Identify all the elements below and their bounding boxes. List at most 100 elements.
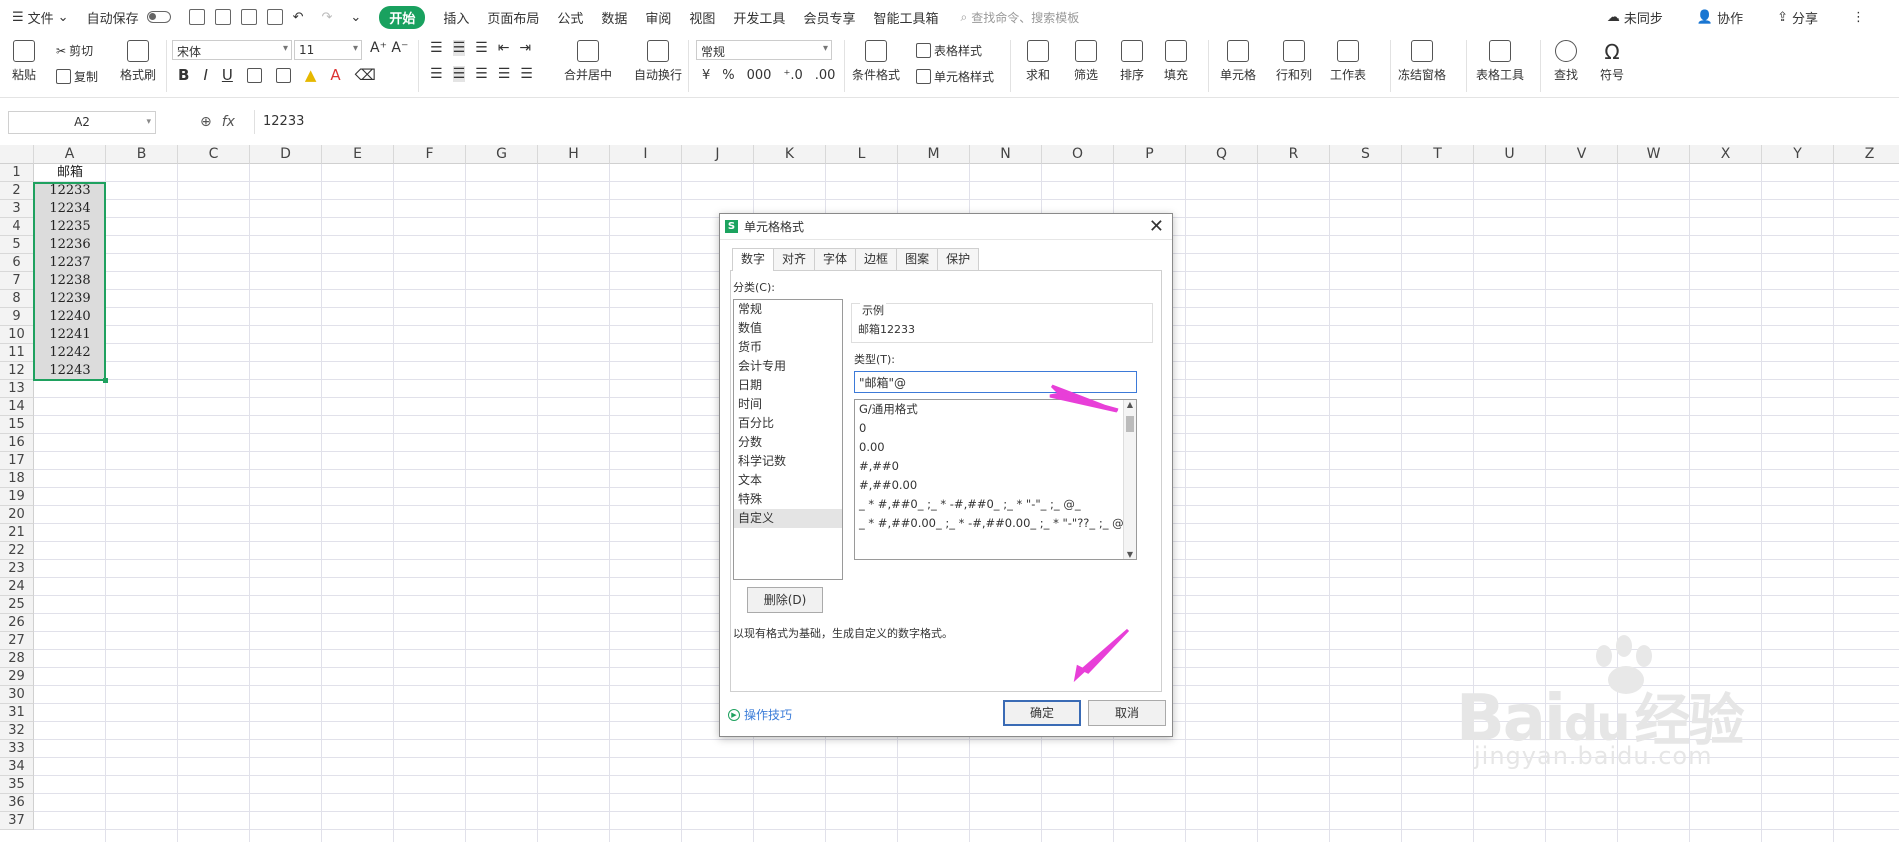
cell-a12[interactable]: 12243 bbox=[34, 362, 106, 380]
row-header[interactable]: 32 bbox=[0, 722, 34, 740]
sync-button[interactable]: ☁ 未同步 bbox=[1607, 8, 1663, 27]
cell-a8[interactable]: 12239 bbox=[34, 290, 106, 308]
row-header[interactable]: 24 bbox=[0, 578, 34, 596]
column-header[interactable]: I bbox=[610, 145, 682, 164]
row-header[interactable]: 36 bbox=[0, 794, 34, 812]
row-header[interactable]: 15 bbox=[0, 416, 34, 434]
share-button[interactable]: ⇪ 分享 bbox=[1777, 8, 1818, 27]
currency-icon[interactable]: ¥ bbox=[702, 68, 710, 83]
freeze-button[interactable]: 冻结窗格 bbox=[1398, 40, 1446, 83]
row-header[interactable]: 14 bbox=[0, 398, 34, 416]
column-header[interactable]: D bbox=[250, 145, 322, 164]
category-item[interactable]: 分数 bbox=[734, 433, 842, 452]
format-painter-button[interactable]: 格式刷 bbox=[120, 40, 156, 83]
more-options-icon[interactable]: ⋮ bbox=[1852, 10, 1865, 25]
row-header[interactable]: 13 bbox=[0, 380, 34, 398]
align-top-icon[interactable]: ☰ bbox=[430, 40, 443, 56]
merge-center-button[interactable]: 合并居中 bbox=[564, 40, 612, 83]
column-header[interactable]: L bbox=[826, 145, 898, 164]
cut-button[interactable]: ✂ 剪切 bbox=[56, 42, 93, 59]
row-header[interactable]: 8 bbox=[0, 290, 34, 308]
row-header[interactable]: 22 bbox=[0, 542, 34, 560]
row-header[interactable]: 18 bbox=[0, 470, 34, 488]
column-header[interactable]: A bbox=[34, 145, 106, 164]
save-icon[interactable] bbox=[188, 9, 205, 25]
column-header[interactable]: M bbox=[898, 145, 970, 164]
column-header[interactable]: X bbox=[1690, 145, 1762, 164]
distribute-icon[interactable]: ☰ bbox=[520, 66, 533, 82]
print-icon[interactable] bbox=[240, 9, 257, 25]
column-header[interactable]: B bbox=[106, 145, 178, 164]
thousands-icon[interactable]: 000 bbox=[747, 68, 772, 83]
tab-border[interactable]: 边框 bbox=[855, 248, 898, 270]
scroll-up-icon[interactable]: ▲ bbox=[1124, 400, 1136, 409]
fill-style-icon[interactable] bbox=[275, 67, 291, 83]
column-header[interactable]: E bbox=[322, 145, 394, 164]
symbol-button[interactable]: Ω 符号 bbox=[1600, 40, 1624, 83]
column-header[interactable]: G bbox=[466, 145, 538, 164]
type-list-item[interactable]: 0 bbox=[855, 419, 1136, 438]
fill-color-icon[interactable]: ▲ bbox=[305, 66, 317, 84]
row-header[interactable]: 34 bbox=[0, 758, 34, 776]
row-header[interactable]: 29 bbox=[0, 668, 34, 686]
number-format-select[interactable]: 常规 bbox=[696, 40, 832, 60]
align-right-icon[interactable]: ☰ bbox=[475, 66, 488, 82]
tab-alignment[interactable]: 对齐 bbox=[773, 248, 816, 270]
row-header[interactable]: 21 bbox=[0, 524, 34, 542]
row-col-button[interactable]: 行和列 bbox=[1276, 40, 1312, 83]
column-header[interactable]: Z bbox=[1834, 145, 1899, 164]
column-header[interactable]: C bbox=[178, 145, 250, 164]
row-header[interactable]: 33 bbox=[0, 740, 34, 758]
font-color-icon[interactable]: A bbox=[330, 66, 340, 84]
close-icon[interactable]: ✕ bbox=[1149, 216, 1164, 237]
row-header[interactable]: 7 bbox=[0, 272, 34, 290]
row-header[interactable]: 2 bbox=[0, 182, 34, 200]
category-item[interactable]: 货币 bbox=[734, 338, 842, 357]
redo-icon[interactable]: ↷ bbox=[322, 10, 333, 25]
row-header[interactable]: 5 bbox=[0, 236, 34, 254]
column-header[interactable]: S bbox=[1330, 145, 1402, 164]
paste-button[interactable]: 粘贴 bbox=[12, 40, 36, 83]
column-header[interactable]: R bbox=[1258, 145, 1330, 164]
column-header[interactable]: P bbox=[1114, 145, 1186, 164]
fx-icon[interactable]: fx bbox=[222, 114, 235, 130]
type-list-item[interactable]: G/通用格式 bbox=[855, 400, 1136, 419]
cell-a1[interactable]: 邮箱 bbox=[34, 164, 106, 182]
column-header[interactable]: Y bbox=[1762, 145, 1834, 164]
delete-button[interactable]: 删除(D) bbox=[747, 587, 823, 613]
cell-a7[interactable]: 12238 bbox=[34, 272, 106, 290]
row-header[interactable]: 4 bbox=[0, 218, 34, 236]
indent-decrease-icon[interactable]: ⇤ bbox=[498, 40, 510, 56]
tab-developer[interactable]: 开发工具 bbox=[733, 8, 785, 27]
column-header[interactable]: F bbox=[394, 145, 466, 164]
italic-button[interactable]: I bbox=[203, 66, 207, 84]
copy-button[interactable]: 复制 bbox=[56, 68, 98, 85]
tips-link[interactable]: ▶ 操作技巧 bbox=[728, 706, 792, 723]
collab-button[interactable]: 👤 协作 bbox=[1697, 8, 1743, 27]
font-name-select[interactable]: 宋体 bbox=[172, 40, 292, 60]
column-header[interactable]: J bbox=[682, 145, 754, 164]
row-header[interactable]: 10 bbox=[0, 326, 34, 344]
type-list-item[interactable]: _ * #,##0.00_ ;_ * -#,##0.00_ ;_ * "-"??… bbox=[855, 514, 1136, 533]
find-button[interactable]: 查找 bbox=[1554, 40, 1578, 83]
column-header[interactable]: Q bbox=[1186, 145, 1258, 164]
table-style-button[interactable]: 表格样式 bbox=[916, 42, 982, 59]
type-list-item[interactable]: 0.00 bbox=[855, 438, 1136, 457]
autosave-toggle[interactable]: 自动保存 bbox=[87, 8, 171, 27]
row-header[interactable]: 12 bbox=[0, 362, 34, 380]
row-header[interactable]: 6 bbox=[0, 254, 34, 272]
cell-a3[interactable]: 12234 bbox=[34, 200, 106, 218]
type-list-scrollbar[interactable]: ▲ ▼ bbox=[1123, 400, 1136, 559]
row-header[interactable]: 30 bbox=[0, 686, 34, 704]
category-list[interactable]: 常规 数值 货币 会计专用 日期 时间 百分比 分数 科学记数 文本 特殊 自定义 bbox=[733, 299, 843, 580]
export-icon[interactable] bbox=[214, 9, 231, 25]
column-header[interactable]: K bbox=[754, 145, 826, 164]
tab-view[interactable]: 视图 bbox=[689, 8, 715, 27]
select-all-corner[interactable] bbox=[0, 145, 34, 164]
table-tools-button[interactable]: 表格工具 bbox=[1476, 40, 1524, 83]
tab-member[interactable]: 会员专享 bbox=[803, 8, 855, 27]
print-preview-icon[interactable] bbox=[266, 9, 283, 25]
tab-smart-toolbox[interactable]: 智能工具箱 bbox=[873, 8, 938, 27]
type-input[interactable]: "邮箱"@ bbox=[854, 371, 1137, 393]
category-item[interactable]: 数值 bbox=[734, 319, 842, 338]
